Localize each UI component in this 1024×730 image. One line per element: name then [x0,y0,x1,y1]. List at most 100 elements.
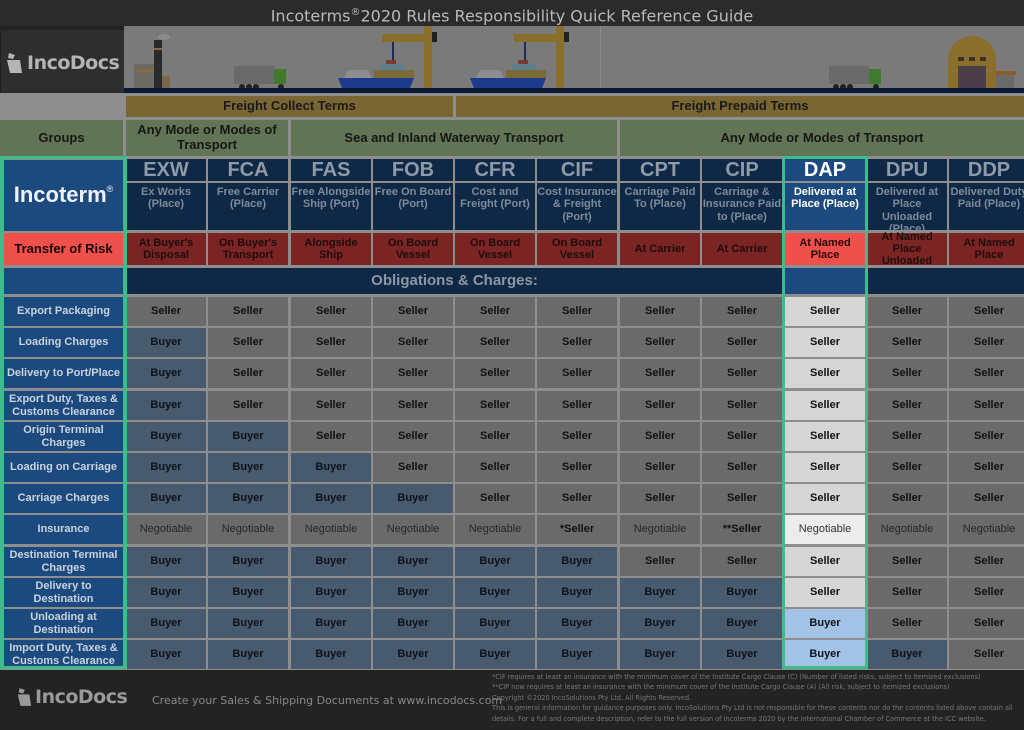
term-code-dpu[interactable]: DPU [867,159,947,181]
obligation-cell: Seller [455,328,535,357]
obligations-highlight-spacer [785,268,865,294]
obligation-cell: Buyer [126,578,206,607]
obligation-cell: Seller [949,422,1024,451]
obligation-cell: Buyer [291,484,371,513]
obligation-cell: Seller [867,328,947,357]
obligation-cell: Seller [785,359,865,388]
obligation-cell: Buyer [620,578,700,607]
obligation-cell: Seller [455,422,535,451]
obligation-cell: Seller [537,391,617,420]
obligation-cell: Seller [455,297,535,326]
obligation-cell: Seller [949,297,1024,326]
obligation-cell: Seller [949,391,1024,420]
term-description: Cost and Freight (Port) [455,183,535,230]
term-risk: On Board Vessel [455,233,535,265]
obligation-cell: Seller [291,297,371,326]
term-risk: At Named Place [785,233,865,265]
obligation-cell: Seller [867,547,947,576]
obligation-cell: Buyer [373,578,453,607]
obligations-spacer [4,268,123,294]
obligation-cell: Seller [208,297,288,326]
term-code-cfr[interactable]: CFR [455,159,535,181]
obligation-cell: Buyer [537,640,617,669]
obligation-cell: Seller [537,359,617,388]
ship-crane-icon [470,26,569,88]
obligation-cell: Seller [785,484,865,513]
obligation-cell: Seller [455,391,535,420]
obligation-label: Loading on Carriage [4,453,123,482]
obligation-label: Delivery to Destination [4,578,123,607]
obligation-cell: Seller [867,484,947,513]
registered-mark: ® [106,184,114,195]
obligation-cell: Seller [785,297,865,326]
title-prefix: Incoterms [270,6,351,26]
obligations-header-right [867,268,1024,294]
obligation-cell: Seller [785,328,865,357]
obligation-cell: Buyer [208,484,288,513]
obligation-cell: Seller [537,328,617,357]
obligation-cell: Seller [620,359,700,388]
obligation-cell: Buyer [208,578,288,607]
term-code-fas[interactable]: FAS [291,159,371,181]
obligation-cell: Seller [208,328,288,357]
incodocs-logo-icon [7,53,22,73]
warehouse-icon [948,36,1016,88]
term-description: Carriage Paid To (Place) [620,183,700,230]
transport-illustration-banner [124,26,1024,93]
obligation-cell: Buyer [620,640,700,669]
obligation-cell: Seller [537,422,617,451]
footnote: Copyright ©2020 IncoSolutions Pty Ltd. A… [492,693,692,702]
obligation-cell: Seller [373,297,453,326]
obligation-cell: Seller [373,391,453,420]
obligation-cell: Seller [537,453,617,482]
truck-icon [234,66,286,90]
obligation-cell: Seller [620,328,700,357]
obligation-cell: Buyer [373,640,453,669]
footer-tagline-link[interactable]: Create your Sales & Shipping Documents a… [152,694,502,707]
footnote: *CIF requires at least an insurance with… [492,673,981,681]
obligation-cell: Buyer [291,609,371,638]
term-code-cip[interactable]: CIP [702,159,782,181]
obligation-cell: Negotiable [620,515,700,544]
obligation-cell: Seller [867,297,947,326]
term-code-exw[interactable]: EXW [126,159,206,181]
obligation-cell: Buyer [373,609,453,638]
obligation-cell: Seller [949,328,1024,357]
term-description: Free Carrier (Place) [208,183,288,230]
obligation-cell: Buyer [291,640,371,669]
mode-any-prepaid: Any Mode or Modes of Transport [620,120,1024,156]
term-code-ddp[interactable]: DDP [949,159,1024,181]
obligation-cell: Seller [867,609,947,638]
obligation-cell: Negotiable [126,515,206,544]
term-code-cpt[interactable]: CPT [620,159,700,181]
obligation-cell: Seller [785,391,865,420]
obligation-cell: Negotiable [949,515,1024,544]
registered-mark: ® [350,7,361,18]
obligation-cell: Seller [537,297,617,326]
obligation-cell: Seller [291,422,371,451]
term-risk: At Named Place [949,233,1024,265]
term-code-fca[interactable]: FCA [208,159,288,181]
term-description: Free Alongside Ship (Port) [291,183,371,230]
obligation-cell: Seller [867,578,947,607]
obligation-label: Destination Terminal Charges [4,547,123,576]
obligation-cell: Buyer [208,609,288,638]
obligation-cell: Buyer [702,609,782,638]
footer-brand-name: IncoDocs [35,686,128,708]
obligation-cell: Seller [291,391,371,420]
obligation-cell: Seller [455,359,535,388]
obligation-cell: Seller [620,422,700,451]
obligation-cell: Seller [455,453,535,482]
obligation-cell: Seller [291,328,371,357]
term-code-dap[interactable]: DAP [785,159,865,181]
obligation-cell: Seller [373,328,453,357]
term-code-fob[interactable]: FOB [373,159,453,181]
obligation-cell: Seller [702,328,782,357]
obligation-cell: Buyer [291,578,371,607]
obligation-cell: Negotiable [785,515,865,544]
groups-label: Groups [0,120,123,156]
term-description: Ex Works (Place) [126,183,206,230]
term-code-cif[interactable]: CIF [537,159,617,181]
obligation-cell: Negotiable [373,515,453,544]
obligation-cell: Buyer [208,547,288,576]
